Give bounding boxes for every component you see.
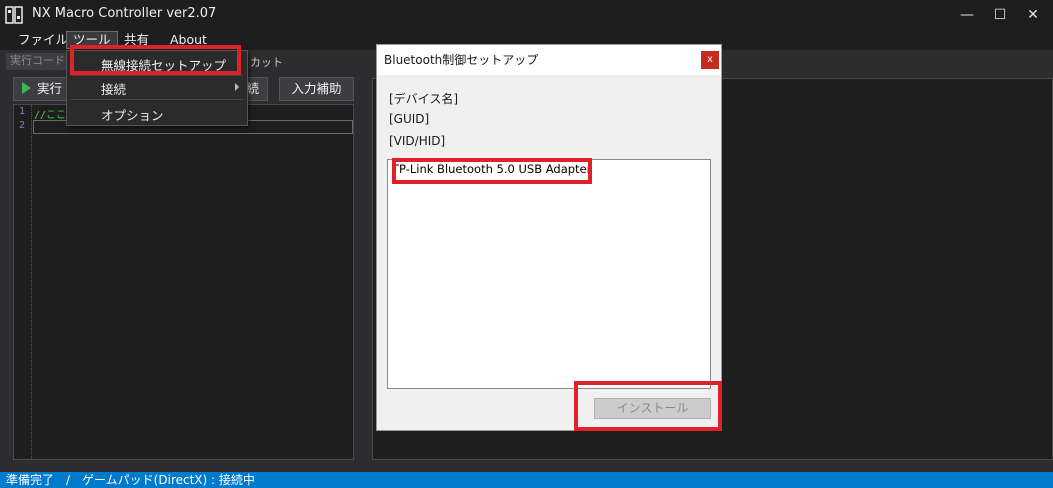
app-icon bbox=[5, 6, 23, 24]
line-number-gutter: 1 2 bbox=[14, 105, 32, 459]
submenu-arrow-icon bbox=[235, 83, 239, 91]
menu-separator bbox=[71, 75, 243, 76]
menu-item-options[interactable]: オプション bbox=[101, 105, 164, 124]
play-icon bbox=[22, 82, 31, 94]
bluetooth-setup-dialog: Bluetooth制御セットアップ x [デバイス名] [GUID] [VID/… bbox=[376, 44, 722, 431]
highlight-box bbox=[70, 45, 241, 75]
highlight-box bbox=[392, 158, 592, 184]
run-button[interactable]: 実行 bbox=[13, 77, 71, 101]
partial-run-label: 続 bbox=[246, 81, 259, 96]
run-label: 実行 bbox=[37, 81, 63, 96]
menu-separator bbox=[71, 99, 243, 100]
tab-code[interactable]: 実行コード bbox=[6, 53, 69, 70]
close-window-button[interactable]: ✕ bbox=[1023, 5, 1043, 25]
dialog-title: Bluetooth制御セットアップ bbox=[377, 45, 721, 75]
line-number: 2 bbox=[19, 120, 26, 131]
vid-hid-label: [VID/HID] bbox=[389, 134, 446, 148]
input-assist-button[interactable]: 入力補助 bbox=[279, 77, 354, 101]
minimize-button[interactable]: — bbox=[957, 5, 977, 25]
status-bar: 準備完了 / ゲームパッド(DirectX) : 接続中 bbox=[0, 472, 1053, 488]
device-list[interactable]: TP-Link Bluetooth 5.0 USB Adapter bbox=[387, 158, 711, 389]
title-bar: NX Macro Controller ver2.07 — ☐ ✕ bbox=[0, 0, 1053, 30]
menu-file[interactable]: ファイル bbox=[18, 32, 68, 50]
guid-label: [GUID] bbox=[389, 112, 430, 126]
menu-item-connect[interactable]: 接続 bbox=[101, 79, 126, 98]
dialog-close-button[interactable]: x bbox=[701, 51, 719, 69]
window-title: NX Macro Controller ver2.07 bbox=[32, 6, 217, 21]
code-editor[interactable]: 1 2 //ここに bbox=[13, 104, 354, 460]
line-number: 1 bbox=[19, 106, 26, 117]
maximize-button[interactable]: ☐ bbox=[990, 5, 1010, 25]
tab-shortcut[interactable]: カット bbox=[250, 54, 283, 70]
device-name-label: [デバイス名] bbox=[389, 92, 459, 106]
highlight-box bbox=[574, 381, 722, 431]
